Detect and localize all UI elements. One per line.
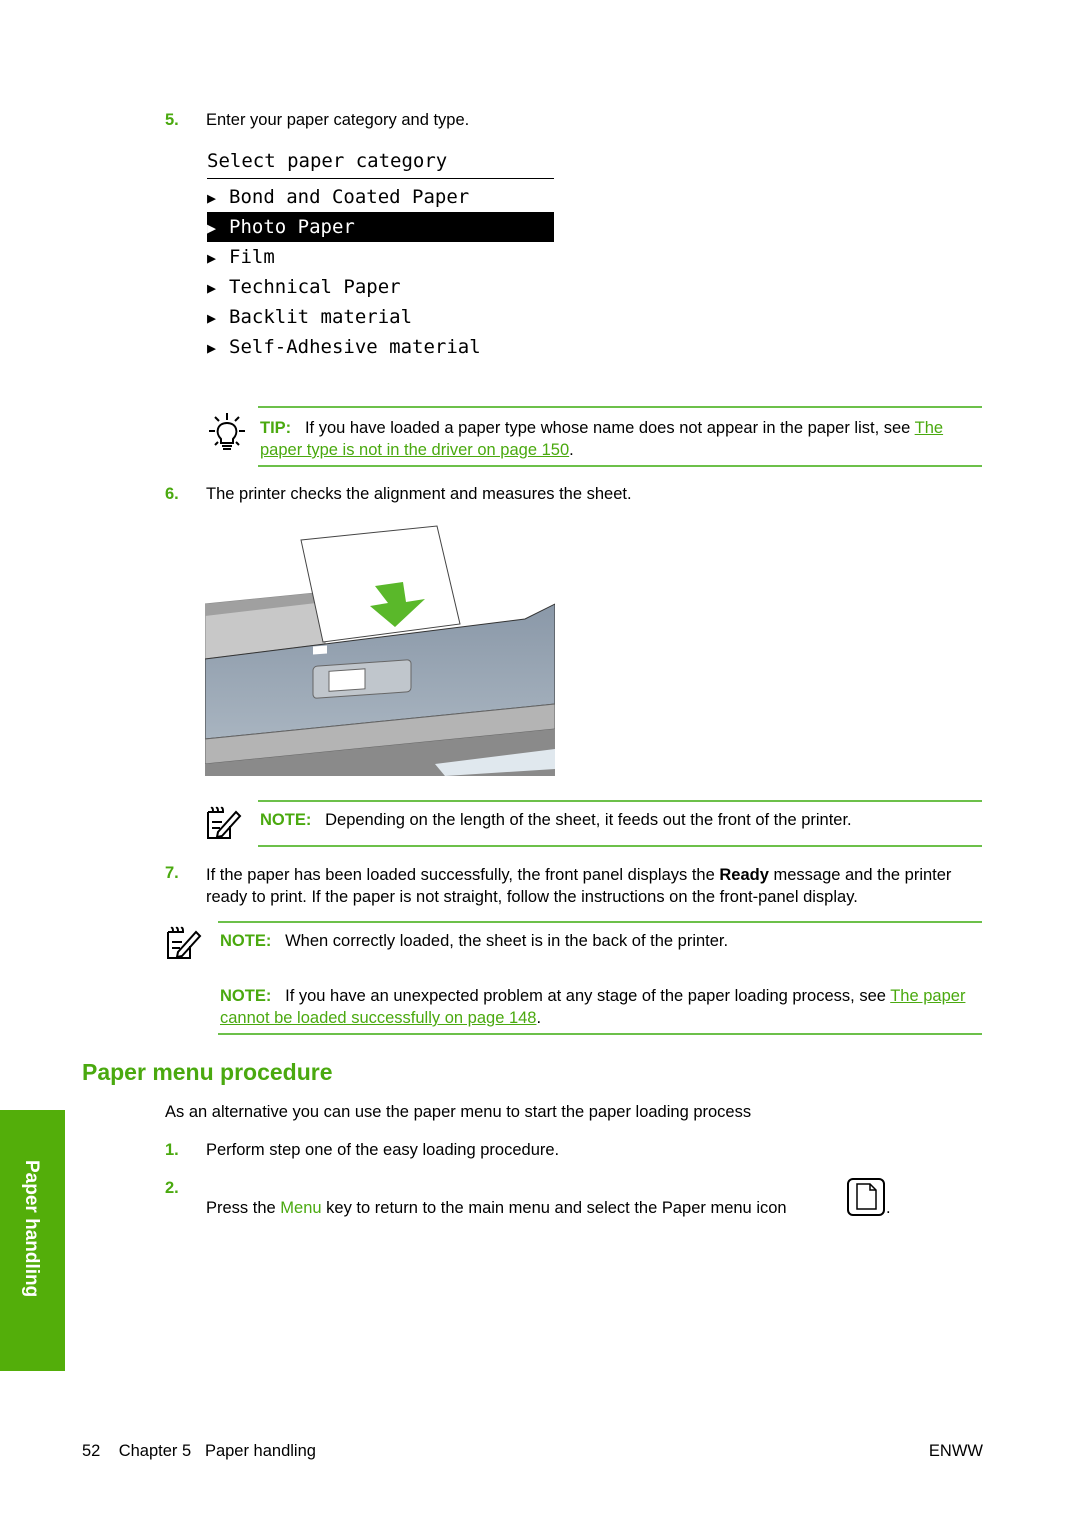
lcd-menu-item[interactable]: ▶ Backlit material [207,302,554,332]
note-pencil-icon [164,926,202,960]
lcd-menu-item-label: Photo Paper [229,216,355,238]
note-body: If you have an unexpected problem at any… [285,987,891,1005]
step-text: Perform step one of the easy loading pro… [206,1141,560,1159]
step-number: 5. [165,111,179,129]
lcd-menu-item-label: Bond and Coated Paper [229,186,470,208]
lcd-menu-item[interactable]: ▶ Film [207,242,554,272]
arrow-right-icon: ▶ [207,279,217,297]
chapter-side-tab: Paper handling [0,1110,65,1371]
arrow-right-icon: ▶ [207,219,217,237]
note-text: NOTE: Depending on the length of the she… [260,811,852,830]
tip-bottom-rule [258,465,982,467]
step-end: . [886,1199,891,1217]
note-label: NOTE: [220,987,272,1005]
lcd-menu-item-label: Technical Paper [229,276,401,298]
step-number: 1. [165,1141,179,1159]
lcd-menu-item-label: Backlit material [229,306,413,328]
note-pencil-icon [204,806,242,840]
lcd-menu-title: Select paper category [207,150,554,179]
lcd-menu-item-label: Self-Adhesive material [229,336,481,358]
step-text-part: If the paper has been loaded successfull… [206,866,720,884]
step-text: Press the Menu key to return to the main… [206,1199,787,1218]
note-body: Depending on the length of the sheet, it… [325,811,852,829]
lcd-menu-item[interactable]: ▶ Bond and Coated Paper [207,182,554,212]
step-number: 7. [165,864,179,882]
step-text: The printer checks the alignment and mea… [206,485,632,503]
step-text: Enter your paper category and type. [206,111,470,129]
note-bottom-rule [218,1033,982,1035]
section-intro: As an alternative you can use the paper … [165,1103,752,1121]
ready-message: Ready [719,866,769,884]
lightbulb-icon [207,411,247,455]
lcd-menu-item[interactable]: ▶ Photo Paper [207,212,554,242]
side-tab-label: Paper handling [21,1160,42,1298]
paper-menu-icon [847,1178,885,1216]
note-top-rule [218,921,982,923]
arrow-right-icon: ▶ [207,339,217,357]
arrow-right-icon: ▶ [207,189,217,207]
step-number: 2. [165,1179,179,1197]
step-number: 6. [165,485,179,503]
footer-left: 52 Chapter 5 Paper handling [82,1442,316,1461]
tip-top-rule [258,406,982,408]
note-body: When correctly loaded, the sheet is in t… [285,932,729,950]
tip-body: If you have loaded a paper type whose na… [304,419,915,437]
menu-key-label: Menu [280,1199,322,1217]
footer-chapter: Chapter 5 [118,1442,192,1460]
note-text: NOTE: When correctly loaded, the sheet i… [220,932,728,951]
note-end: . [536,1009,542,1027]
section-heading: Paper menu procedure [82,1059,333,1085]
page-number: 52 [82,1442,101,1460]
printer-illustration [204,524,556,776]
lcd-menu-item[interactable]: ▶ Self-Adhesive material [207,332,554,362]
arrow-right-icon: ▶ [207,249,217,267]
note-text: NOTE: If you have an unexpected problem … [220,985,985,1029]
lcd-menu-item-label: Film [229,246,275,268]
note-bottom-rule [258,845,982,847]
note-top-rule [258,800,982,802]
lcd-menu: Select paper category ▶ Bond and Coated P… [207,150,554,362]
arrow-right-icon: ▶ [207,309,217,327]
tip-text: TIP: If you have loaded a paper type who… [260,417,980,461]
tip-end: . [569,441,574,459]
step-text: If the paper has been loaded successfull… [206,864,986,908]
footer-right: ENWW [928,1442,983,1460]
step-text-part: Press the [206,1199,281,1217]
footer-chapter-title: Paper handling [204,1442,316,1460]
step-text-part: key to return to the main menu and selec… [321,1199,787,1217]
note-label: NOTE: [220,932,272,950]
lcd-menu-item[interactable]: ▶ Technical Paper [207,272,554,302]
tip-label: TIP: [260,419,292,437]
note-label: NOTE: [260,811,312,829]
